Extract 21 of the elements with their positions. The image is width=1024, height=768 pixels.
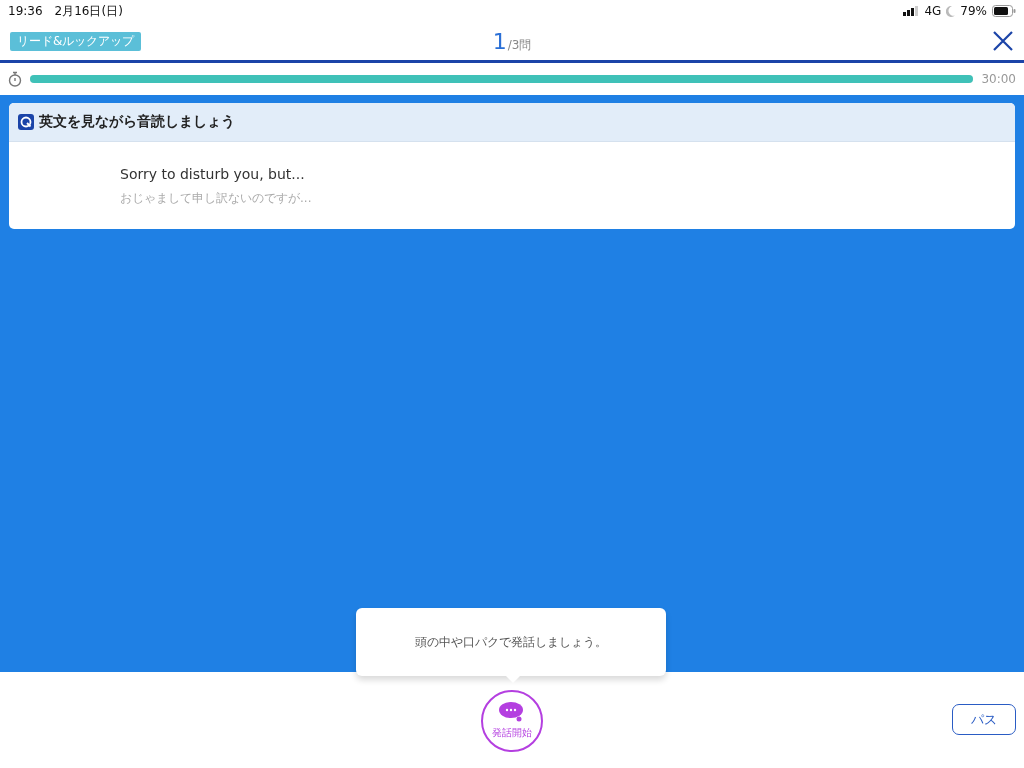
battery-percent: 79% xyxy=(960,4,987,18)
status-date: 2月16日(日) xyxy=(54,2,123,20)
speech-bubble-icon xyxy=(499,702,525,722)
card-title: 英文を見ながら音読しましょう xyxy=(39,113,235,131)
stopwatch-icon xyxy=(8,71,22,87)
question-total: /3問 xyxy=(507,36,532,54)
signal-icon xyxy=(903,6,920,16)
question-number: 1 xyxy=(492,28,507,54)
speak-start-button[interactable]: 発話開始 xyxy=(481,690,543,752)
close-icon xyxy=(992,30,1014,52)
timer-time: 30:00 xyxy=(981,72,1016,86)
status-time: 19:36 xyxy=(8,4,43,18)
japanese-translation: おじゃまして申し訳ないのですが... xyxy=(120,190,313,207)
battery-icon xyxy=(992,5,1016,17)
app-logo-icon xyxy=(18,114,34,130)
network-label: 4G xyxy=(924,4,942,18)
close-button[interactable] xyxy=(992,30,1014,52)
mode-badge: リード&ルックアップ xyxy=(10,31,142,51)
english-sentence: Sorry to disturb you, but... xyxy=(120,166,306,182)
pass-button[interactable]: パス xyxy=(952,704,1016,735)
moon-icon xyxy=(946,5,956,17)
